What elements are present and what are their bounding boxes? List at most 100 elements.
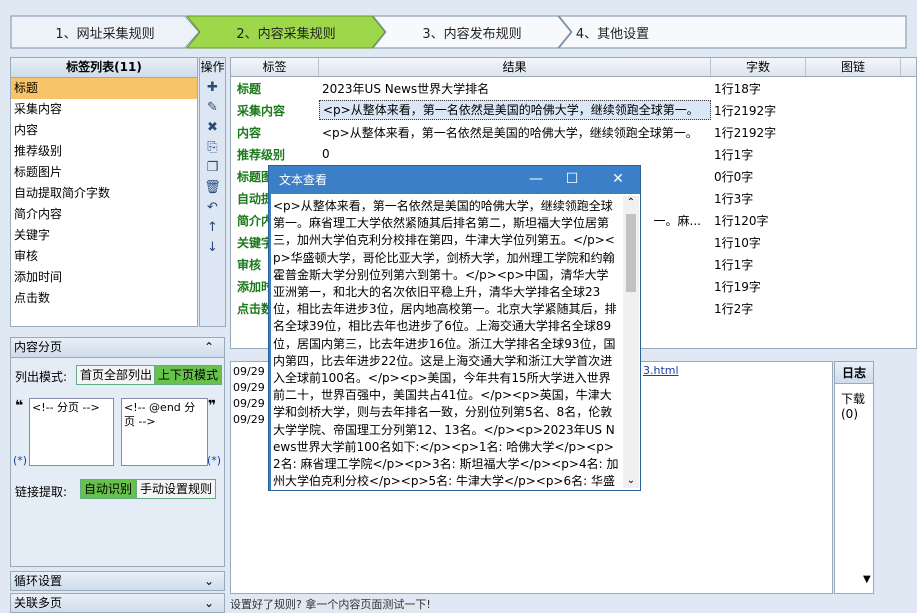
step-publish-rules-label: 3、内容发布规则 [422, 26, 522, 42]
row-count: 1行19字 [714, 279, 761, 294]
move-up-icon[interactable]: ↑ [200, 218, 225, 238]
tag-item-title[interactable]: 标题 [11, 78, 197, 99]
row-count: 0行0字 [714, 169, 754, 184]
col-imagelink[interactable]: 图链 [806, 58, 901, 76]
download-count[interactable]: 下载(0) [835, 390, 873, 421]
row-count: 1行120字 [714, 213, 769, 228]
related-pages-bar[interactable]: 关联多页 ⌄ [10, 593, 225, 613]
row-result[interactable]: 0 [319, 147, 711, 161]
row-tag: 采集内容 [237, 103, 286, 118]
step-tabs: 1、网址采集规则 2、内容采集规则 3、内容发布规则 4、其他设置 [10, 15, 907, 49]
col-count[interactable]: 字数 [711, 58, 806, 76]
row-count: 1行1字 [714, 257, 754, 272]
row-count: 1行2字 [714, 301, 754, 316]
tag-item-review[interactable]: 审核 [11, 246, 197, 267]
step-other-settings[interactable]: 4、其他设置 [558, 15, 907, 49]
mode-first-page-button[interactable]: 首页全部列出 [76, 365, 157, 385]
mode-prev-next-button[interactable]: 上下页模式 [154, 365, 223, 385]
tag-item-content-collect[interactable]: 采集内容 [11, 99, 197, 120]
log-title: 日志 [835, 362, 873, 384]
dialog-scrollbar[interactable]: ⌃ ⌄ [623, 196, 639, 488]
row-tag: 推荐级别 [237, 147, 286, 162]
edit-icon[interactable]: ✎ [200, 98, 225, 118]
tag-item-summary[interactable]: 简介内容 [11, 204, 197, 225]
delete-icon[interactable]: ✖ [200, 118, 225, 138]
tag-item-recommend[interactable]: 推荐级别 [11, 141, 197, 162]
dialog-text[interactable]: <p>从整体来看，第一名依然是美国的哈佛大学，继续领跑全球第一。麻省理工大学依然… [273, 198, 620, 488]
tag-item-title-image[interactable]: 标题图片 [11, 162, 197, 183]
tag-item-add-time[interactable]: 添加时间 [11, 267, 197, 288]
step-publish-rules[interactable]: 3、内容发布规则 [372, 15, 572, 49]
paging-title[interactable]: 内容分页 ⌃ [11, 338, 224, 358]
row-result[interactable]: <p>从整体来看，第一名依然是美国的哈佛大学，继续领跑全球第一。 [319, 100, 711, 120]
row-result[interactable]: 2023年US News世界大学排名 [319, 80, 711, 97]
tag-item-content[interactable]: 内容 [11, 120, 197, 141]
row-count: 1行18字 [714, 81, 761, 96]
operations-title: 操作 [200, 60, 225, 74]
row-count: 1行2192字 [714, 125, 777, 140]
tag-list-title: 标签列表(11) [11, 58, 197, 78]
row-tag: 内容 [237, 125, 262, 140]
status-message: 设置好了规则? 拿一个内容页面测试一下! [230, 598, 431, 611]
close-icon[interactable]: ✕ [607, 169, 629, 189]
table-row[interactable]: 推荐级别 0 1行1字 [231, 143, 916, 165]
text-view-dialog: 文本查看 — ☐ ✕ <p>从整体来看，第一名依然是美国的哈佛大学，继续领跑全球… [268, 165, 641, 491]
col-tag[interactable]: 标签 [231, 58, 319, 76]
col-result[interactable]: 结果 [319, 58, 711, 76]
add-icon[interactable]: ✚ [200, 78, 225, 98]
row-count: 1行1字 [714, 147, 754, 162]
tag-item-clicks[interactable]: 点击数 [11, 288, 197, 309]
copy-icon[interactable]: ⎘ [200, 138, 225, 158]
quote-close-icon: ❞ [208, 398, 217, 414]
log-link[interactable]: 3.html [643, 364, 679, 377]
row-count: 1行3字 [714, 191, 754, 206]
table-row[interactable]: 标题 2023年US News世界大学排名 1行18字 [231, 77, 916, 99]
mode-label: 列出模式: [15, 370, 68, 384]
expand-icon[interactable]: ⌄ [204, 572, 214, 591]
wildcard-right[interactable]: (*) [207, 454, 221, 467]
link-extract-label: 链接提取: [15, 485, 68, 499]
step-url-rules-label: 1、网址采集规则 [55, 26, 155, 42]
table-row[interactable]: 采集内容 <p>从整体来看，第一名依然是美国的哈佛大学，继续领跑全球第一。 1行21… [231, 99, 916, 121]
row-count: 1行2192字 [714, 103, 777, 118]
minimize-icon[interactable]: — [525, 169, 547, 189]
undo-icon[interactable]: ↶ [200, 198, 225, 218]
dialog-titlebar[interactable]: 文本查看 — ☐ ✕ [269, 166, 640, 193]
paging-end-field[interactable]: <!-- @end 分页 --> [121, 398, 208, 466]
paging-start-field[interactable]: <!-- 分页 --> [29, 398, 114, 466]
step-other-settings-label: 4、其他设置 [575, 26, 650, 42]
wildcard-left[interactable]: (*) [13, 454, 27, 467]
paging-title-label: 内容分页 [14, 340, 63, 354]
table-row[interactable]: 内容 <p>从整体来看，第一名依然是美国的哈佛大学，继续领跑全球第一。 1行2192… [231, 121, 916, 143]
scroll-down-icon[interactable]: ▼ [863, 574, 871, 585]
expand-icon[interactable]: ⌄ [204, 594, 214, 613]
step-content-rules[interactable]: 2、内容采集规则 [186, 15, 386, 49]
move-down-icon[interactable]: ↓ [200, 238, 225, 258]
scroll-down-icon[interactable]: ⌄ [623, 474, 639, 488]
tag-list-panel: 标签列表(11) 标题 采集内容 内容 推荐级别 标题图片 自动提取简介字数 简… [10, 57, 198, 327]
manual-rule-button[interactable]: 手动设置规则 [136, 479, 217, 499]
log-sidebar: 日志 下载(0) ▼ [834, 361, 874, 594]
row-tag: 标题 [237, 81, 262, 96]
scroll-up-icon[interactable]: ⌃ [623, 196, 639, 210]
tag-item-keywords[interactable]: 关键字 [11, 225, 197, 246]
scroll-thumb[interactable] [626, 214, 636, 292]
status-text: 设置好了规则? 拿一个内容页面测试一下! [230, 596, 917, 611]
paste-icon[interactable]: ❐ [200, 158, 225, 178]
operations-panel: 操作 ✚ ✎ ✖ ⎘ ❐ 🗑 ↶ ↑ ↓ [199, 57, 226, 327]
table-header: 标签 结果 字数 图链 [231, 58, 916, 77]
collapse-icon[interactable]: ⌃ [204, 338, 214, 357]
quote-open-icon: ❝ [15, 398, 24, 414]
step-content-rules-label: 2、内容采集规则 [236, 26, 336, 42]
dialog-title: 文本查看 [279, 173, 328, 187]
row-result[interactable]: <p>从整体来看，第一名依然是美国的哈佛大学，继续领跑全球第一。 [319, 124, 711, 141]
trash-icon[interactable]: 🗑 [200, 178, 225, 198]
auto-detect-button[interactable]: 自动识别 [80, 479, 137, 499]
loop-settings-label: 循环设置 [14, 574, 63, 588]
tag-item-auto-summary[interactable]: 自动提取简介字数 [11, 183, 197, 204]
row-count: 1行10字 [714, 235, 761, 250]
dialog-body: <p>从整体来看，第一名依然是美国的哈佛大学，继续领跑全球第一。麻省理工大学依然… [271, 194, 640, 490]
loop-settings-bar[interactable]: 循环设置 ⌄ [10, 571, 225, 591]
maximize-icon[interactable]: ☐ [561, 169, 583, 189]
step-url-rules[interactable]: 1、网址采集规则 [10, 15, 200, 49]
